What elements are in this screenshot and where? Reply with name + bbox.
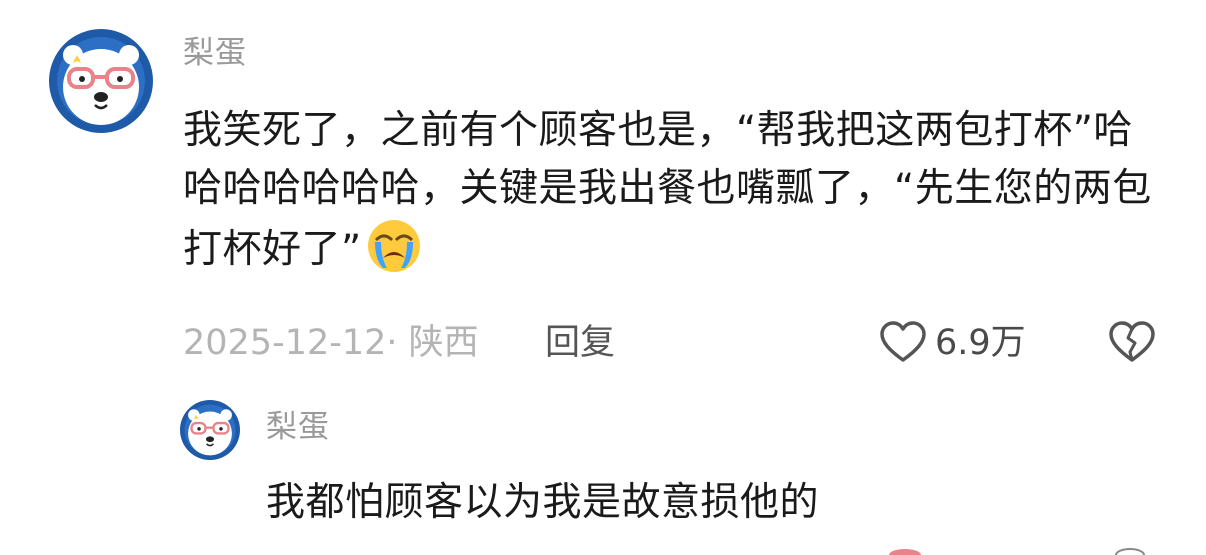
- like-count: 6.9万: [935, 323, 1026, 363]
- heart-outline-icon[interactable]: [879, 320, 927, 364]
- comment-text: 我笑死了，之前有个顾客也是，“帮我把这两包打杯”哈哈哈哈哈哈哈，关键是我出餐也嘴…: [183, 108, 1152, 272]
- comment-body: 我笑死了，之前有个顾客也是，“帮我把这两包打杯”哈哈哈哈哈哈哈，关键是我出餐也嘴…: [183, 102, 1163, 279]
- broken-heart-outline-icon[interactable]: [1108, 320, 1156, 364]
- comment-date-location: 2025-12-12· 陕西: [183, 323, 479, 363]
- reply-username[interactable]: 梨蛋: [266, 412, 330, 443]
- comment-username[interactable]: 梨蛋: [183, 38, 247, 69]
- reply-button[interactable]: 回复: [545, 323, 615, 363]
- loudly-crying-face-emoji: [367, 220, 420, 272]
- next-row-icons-peek: [889, 548, 1145, 555]
- reply-user-avatar[interactable]: [180, 400, 240, 460]
- reply-text: 我都怕顾客以为我是故意损他的: [266, 480, 820, 525]
- user-avatar[interactable]: [49, 29, 153, 133]
